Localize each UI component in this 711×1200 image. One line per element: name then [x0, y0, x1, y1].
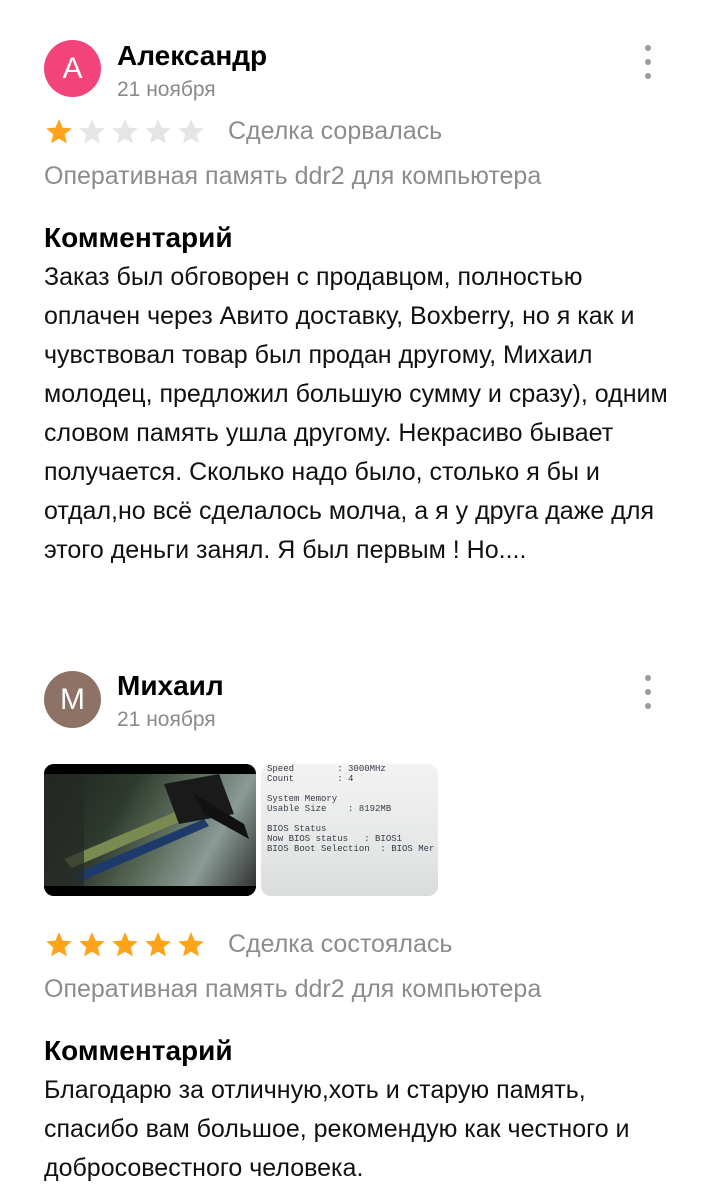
star-filled-icon [178, 932, 204, 957]
star-filled-icon [46, 932, 72, 957]
star-empty-icon [112, 119, 138, 144]
review-photo[interactable]: Speed : 3000MHz Count : 4 System Memory … [261, 764, 438, 896]
star-empty-icon [178, 119, 204, 144]
comment-text: Благодарю за отличную,хоть и старую памя… [44, 1076, 630, 1182]
avatar-letter: М [60, 682, 85, 716]
comment-text: Заказ был обговорен с продавцом, полност… [44, 263, 668, 564]
review-date: 21 ноября [117, 78, 216, 101]
product-name[interactable]: Оперативная память ddr2 для компьютера [44, 975, 541, 1004]
reviewer-name[interactable]: Михаил [117, 670, 224, 702]
more-options-icon[interactable] [636, 675, 660, 709]
product-name[interactable]: Оперативная память ddr2 для компьютера [44, 162, 541, 191]
ram-motherboard-photo-icon [44, 764, 256, 896]
comment-title: Комментарий [44, 1035, 233, 1066]
review-photo[interactable] [44, 764, 256, 896]
comment-title: Комментарий [44, 222, 233, 253]
star-empty-icon [79, 119, 105, 144]
avatar[interactable]: М [44, 671, 101, 728]
avatar-letter: А [62, 51, 83, 85]
star-empty-icon [145, 119, 171, 144]
avatar[interactable]: А [44, 40, 101, 97]
rating-stars [44, 117, 209, 147]
more-options-icon[interactable] [636, 45, 660, 79]
star-filled-icon [112, 932, 138, 957]
deal-status: Сделка состоялась [228, 930, 453, 958]
bios-screen-text: Speed : 3000MHz Count : 4 System Memory … [267, 764, 435, 854]
star-filled-icon [79, 932, 105, 957]
reviewer-name[interactable]: Александр [117, 40, 267, 72]
review-date: 21 ноября [117, 708, 216, 731]
star-filled-icon [145, 932, 171, 957]
star-filled-icon [46, 119, 72, 144]
deal-status: Сделка сорвалась [228, 117, 443, 145]
rating-stars [44, 930, 209, 960]
